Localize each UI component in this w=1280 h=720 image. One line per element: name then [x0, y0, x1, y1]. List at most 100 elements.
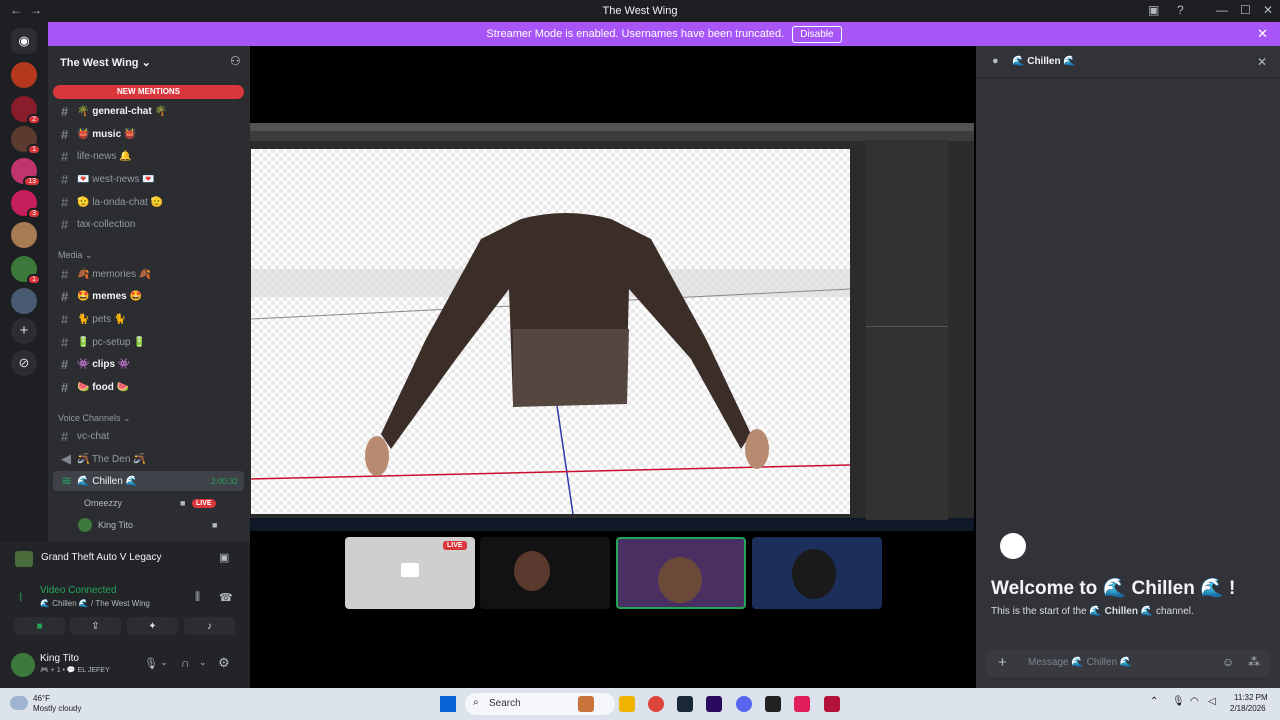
chrome-icon[interactable]: [648, 696, 664, 712]
disconnect-icon[interactable]: ☎: [219, 591, 233, 604]
apps-icon[interactable]: ⁂: [1248, 655, 1260, 669]
voice-user-king-tito[interactable]: King Tito ■: [78, 518, 217, 532]
close-banner-icon[interactable]: ✕: [1257, 26, 1268, 42]
screen-share-icon[interactable]: ▣: [219, 551, 229, 564]
server-icon[interactable]: [11, 222, 37, 248]
minimize-icon[interactable]: —: [1216, 3, 1228, 17]
rocket-icon: ✦: [148, 620, 157, 632]
close-window-icon[interactable]: ✕: [1263, 3, 1273, 17]
server-icon[interactable]: [11, 288, 37, 314]
server-icon[interactable]: 3: [11, 190, 41, 219]
category-media[interactable]: Media ⌄: [58, 250, 93, 261]
user-name: King Tito: [40, 653, 79, 664]
banner-text: Streamer Mode is enabled. Usernames have…: [486, 28, 785, 40]
channel-list: The West Wing ⌄ ⚇ NEW MENTIONS # 🌴 genera…: [48, 46, 250, 542]
channel-clips[interactable]: # 👾 clips 👾: [53, 354, 244, 374]
emoji-icon[interactable]: ☺: [1222, 655, 1234, 669]
game-title: Grand Theft Auto V Legacy: [41, 552, 162, 563]
inbox-icon[interactable]: ▣: [1148, 3, 1159, 17]
stream-tile-omeezzy[interactable]: LIVE: [345, 537, 475, 609]
channel-music[interactable]: # 👹 music 👹: [53, 124, 244, 144]
discover-icon[interactable]: ⊘: [11, 350, 37, 376]
channel-food[interactable]: # 🍉 food 🍉: [53, 377, 244, 397]
participant-video: [658, 557, 702, 603]
mic-tray-icon[interactable]: 🎙: [1172, 696, 1185, 707]
new-mentions-pill[interactable]: NEW MENTIONS: [53, 85, 244, 99]
steam-icon[interactable]: [677, 696, 693, 712]
clock-time[interactable]: 11:32 PM: [1234, 693, 1268, 702]
app-icon[interactable]: [824, 696, 840, 712]
avatar[interactable]: [11, 653, 35, 677]
weather-icon[interactable]: [10, 696, 28, 710]
signal-icon[interactable]: ⌇: [18, 591, 23, 604]
server-icon[interactable]: 1: [11, 126, 41, 155]
video-tile[interactable]: [480, 537, 610, 609]
server-icon[interactable]: [11, 62, 37, 88]
voice-user-omeezzy[interactable]: Omeezzy ■ LIVE: [84, 498, 216, 508]
file-explorer-icon[interactable]: [619, 696, 635, 712]
camera-icon: ■: [212, 520, 218, 530]
chevron-down-icon[interactable]: ⌄: [199, 657, 207, 668]
voice-channel-the-den[interactable]: ◀ 🪃 The Den 🪃: [53, 449, 244, 469]
disable-button[interactable]: Disable: [792, 25, 842, 43]
channel-memes[interactable]: # 🤩 memes 🤩: [53, 286, 244, 306]
channel-memories[interactable]: # 🍂 memories 🍂: [53, 264, 244, 284]
voice-channel-vc-chat[interactable]: # vc-chat: [53, 426, 244, 446]
premiere-icon[interactable]: [706, 696, 722, 712]
channel-la-onda-chat[interactable]: # 🫡 la-onda-chat 🫡: [53, 192, 244, 212]
category-voice-channels[interactable]: Voice Channels ⌄: [58, 413, 131, 424]
server-icon[interactable]: 2: [11, 96, 41, 125]
gear-icon[interactable]: ⚙: [218, 655, 230, 671]
screen-share-icon: [401, 563, 419, 577]
noise-suppression-icon[interactable]: ⫼: [195, 591, 200, 604]
volume-icon[interactable]: ◁: [1208, 696, 1216, 707]
add-server-icon[interactable]: +: [11, 318, 37, 344]
microphone-icon[interactable]: 🎙: [144, 657, 158, 670]
headphones-icon[interactable]: ∩: [181, 656, 190, 670]
tiktok-icon[interactable]: [794, 696, 810, 712]
soundboard-button[interactable]: ♪: [184, 617, 235, 635]
add-attachment-icon[interactable]: +: [998, 654, 1007, 671]
channel-tax-collection[interactable]: # tax-collection: [53, 214, 244, 234]
invite-icon[interactable]: ⚇: [230, 54, 241, 68]
server-name[interactable]: The West Wing ⌄: [60, 56, 151, 69]
discord-home-icon[interactable]: ◉: [11, 28, 37, 54]
channel-pets[interactable]: # 🐈 pets 🐈: [53, 309, 244, 329]
live-badge: LIVE: [192, 498, 216, 508]
voice-status-channel[interactable]: 🌊 Chillen 🌊 / The West Wing: [40, 599, 150, 608]
video-tile-speaking[interactable]: [616, 537, 746, 609]
chat-header: ● 🌊 Chillen 🌊 ✕: [976, 46, 1280, 78]
clock-date[interactable]: 2/18/2026: [1230, 704, 1266, 713]
discord-icon[interactable]: [736, 696, 752, 712]
maximize-icon[interactable]: ☐: [1240, 3, 1251, 17]
avatar: [78, 518, 92, 532]
search-label: Search: [489, 698, 521, 709]
windows-start-icon[interactable]: [440, 696, 456, 712]
message-input[interactable]: Message 🌊 Chillen 🌊: [1028, 657, 1132, 668]
app-icon[interactable]: [578, 696, 594, 712]
obs-icon[interactable]: [765, 696, 781, 712]
channel-pc-setup[interactable]: # 🔋 pc-setup 🔋: [53, 332, 244, 352]
activity-panel: Grand Theft Auto V Legacy ▣: [0, 542, 250, 576]
channel-west-news[interactable]: # 💌 west-news 💌: [53, 169, 244, 189]
close-panel-icon[interactable]: ✕: [1257, 55, 1267, 69]
server-icon[interactable]: 1: [11, 256, 41, 285]
activities-button[interactable]: ✦: [127, 617, 178, 635]
channel-general-chat[interactable]: # 🌴 general-chat 🌴: [53, 101, 244, 121]
wifi-icon[interactable]: ◠: [1190, 696, 1199, 707]
message-input-box[interactable]: + Message 🌊 Chillen 🌊 ☺ ⁂: [986, 649, 1270, 677]
participant-video: [514, 551, 550, 591]
live-badge: LIVE: [443, 541, 467, 550]
weather-desc: Mostly cloudy: [33, 704, 82, 713]
video-tile[interactable]: [752, 537, 882, 609]
chevron-down-icon[interactable]: ⌄: [160, 657, 168, 668]
server-icon[interactable]: 13: [11, 158, 41, 187]
voice-channel-chillen[interactable]: ≋ 🌊 Chillen 🌊 2:00:32: [53, 471, 244, 491]
ps-canvas: [251, 149, 850, 514]
screen-icon: ⇪: [91, 620, 100, 632]
help-icon[interactable]: ?: [1177, 3, 1184, 17]
camera-button[interactable]: ■: [14, 617, 65, 635]
chevron-up-icon[interactable]: ⌃: [1150, 696, 1158, 707]
channel-life-news[interactable]: # life-news 🔔: [53, 146, 244, 166]
share-screen-button[interactable]: ⇪: [70, 617, 121, 635]
